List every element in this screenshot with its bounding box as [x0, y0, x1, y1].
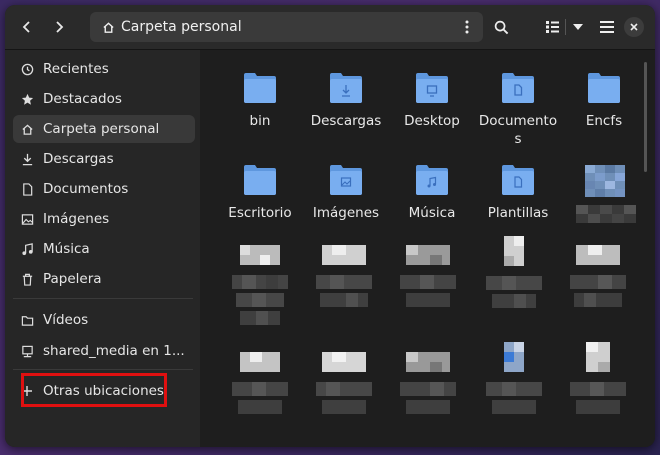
- sidebar-item-papelera[interactable]: Papelera: [13, 265, 195, 293]
- sidebar-item-label: Recientes: [43, 61, 109, 77]
- video-icon: [19, 312, 35, 328]
- forward-button[interactable]: [45, 13, 73, 41]
- close-icon: [630, 23, 638, 31]
- view-options-group: [541, 13, 589, 41]
- folder-icon: [244, 73, 276, 103]
- home-icon: [102, 21, 115, 34]
- file-item[interactable]: Encfs: [562, 70, 646, 130]
- file-manager-window: Carpeta personal Recientes Destacados Ca…: [5, 5, 655, 447]
- folder-download-icon: [330, 73, 362, 103]
- blurred-thumbnail[interactable]: [570, 342, 626, 426]
- path-menu-button[interactable]: [457, 17, 477, 37]
- folder-templates-icon: [502, 165, 534, 195]
- folder-icon: [244, 165, 276, 195]
- file-view: bin Descargas Desktop Documentos Encfs E…: [200, 50, 655, 447]
- file-item[interactable]: Documentos: [476, 70, 560, 148]
- file-item[interactable]: bin: [218, 70, 302, 130]
- chevron-right-icon: [56, 21, 64, 33]
- clock-icon: [19, 61, 35, 77]
- header-bar: Carpeta personal: [5, 5, 655, 50]
- sidebar-item-label: Destacados: [43, 91, 122, 107]
- view-divider: [565, 19, 566, 35]
- download-icon: [19, 151, 35, 167]
- vertical-dots-icon: [465, 20, 469, 34]
- folder-desktop-icon: [416, 73, 448, 103]
- main-menu-button[interactable]: [593, 13, 621, 41]
- sidebar-separator: [13, 298, 193, 299]
- list-view-button[interactable]: [541, 13, 563, 41]
- sidebar-item-label: Papelera: [43, 271, 102, 287]
- sidebar: Recientes Destacados Carpeta personal De…: [5, 50, 200, 447]
- document-icon: [19, 181, 35, 197]
- hamburger-menu-icon: [600, 21, 614, 33]
- file-name: Desktop: [404, 113, 460, 129]
- blurred-thumbnail[interactable]: [232, 352, 288, 426]
- sidebar-item-label: Documentos: [43, 181, 129, 197]
- music-icon: [19, 241, 35, 257]
- file-name: bin: [249, 113, 271, 129]
- list-view-icon: [545, 21, 559, 33]
- sidebar-separator: [13, 369, 193, 370]
- sidebar-item-label: Descargas: [43, 151, 114, 167]
- sidebar-item-videos[interactable]: Vídeos: [13, 306, 195, 334]
- file-item[interactable]: Imágenes: [304, 162, 388, 222]
- sidebar-item-carpeta-personal[interactable]: Carpeta personal: [13, 115, 195, 143]
- blurred-label: [576, 205, 636, 227]
- sidebar-item-label: Carpeta personal: [43, 121, 160, 137]
- back-button[interactable]: [13, 13, 41, 41]
- blurred-thumbnail[interactable]: [486, 236, 542, 330]
- sidebar-item-shared-media[interactable]: shared_media en 1...: [13, 337, 195, 365]
- blurred-thumbnail[interactable]: [585, 165, 625, 201]
- file-name: Imágenes: [312, 205, 380, 221]
- path-label: Carpeta personal: [121, 19, 242, 35]
- blurred-thumbnail[interactable]: [316, 245, 372, 329]
- close-window-button[interactable]: [624, 17, 644, 37]
- folder-music-icon: [416, 165, 448, 195]
- file-item[interactable]: Descargas: [304, 70, 388, 130]
- folder-icon: [588, 73, 620, 103]
- path-bar[interactable]: Carpeta personal: [90, 12, 483, 42]
- file-item[interactable]: Desktop: [390, 70, 474, 130]
- sidebar-item-recientes[interactable]: Recientes: [13, 55, 195, 83]
- file-item[interactable]: Plantillas: [476, 162, 560, 222]
- blurred-thumbnail[interactable]: [570, 245, 626, 329]
- trash-icon: [19, 271, 35, 287]
- sidebar-item-musica[interactable]: Música: [13, 235, 195, 263]
- image-icon: [19, 211, 35, 227]
- file-name: Plantillas: [487, 205, 549, 221]
- blurred-thumbnail[interactable]: [486, 342, 542, 426]
- highlight-box: [21, 373, 167, 407]
- folder-pictures-icon: [330, 165, 362, 195]
- chevron-left-icon: [22, 21, 30, 33]
- file-name: Música: [408, 205, 456, 221]
- sidebar-item-label: Imágenes: [43, 211, 110, 227]
- search-icon: [494, 20, 508, 34]
- file-name: Descargas: [310, 113, 382, 129]
- blurred-thumbnail[interactable]: [232, 245, 288, 344]
- file-name: Encfs: [585, 113, 623, 129]
- sidebar-item-label: Música: [43, 241, 90, 257]
- network-drive-icon: [19, 343, 35, 359]
- blurred-thumbnail[interactable]: [400, 352, 456, 426]
- blurred-thumbnail[interactable]: [316, 352, 372, 426]
- file-name: Escritorio: [228, 205, 292, 221]
- file-name: Documentos: [478, 113, 558, 147]
- file-item[interactable]: Escritorio: [218, 162, 302, 222]
- sidebar-item-descargas[interactable]: Descargas: [13, 145, 195, 173]
- sidebar-item-imagenes[interactable]: Imágenes: [13, 205, 195, 233]
- blurred-thumbnail[interactable]: [400, 245, 456, 329]
- sidebar-item-documentos[interactable]: Documentos: [13, 175, 195, 203]
- star-icon: [19, 91, 35, 107]
- view-dropdown-button[interactable]: [568, 13, 588, 41]
- caret-down-icon: [573, 24, 583, 30]
- sidebar-item-destacados[interactable]: Destacados: [13, 85, 195, 113]
- sidebar-item-label: shared_media en 1...: [43, 343, 185, 359]
- search-button[interactable]: [487, 13, 515, 41]
- folder-documents-icon: [502, 73, 534, 103]
- home-icon: [19, 121, 35, 137]
- sidebar-item-label: Vídeos: [43, 312, 89, 328]
- file-item[interactable]: Música: [390, 162, 474, 222]
